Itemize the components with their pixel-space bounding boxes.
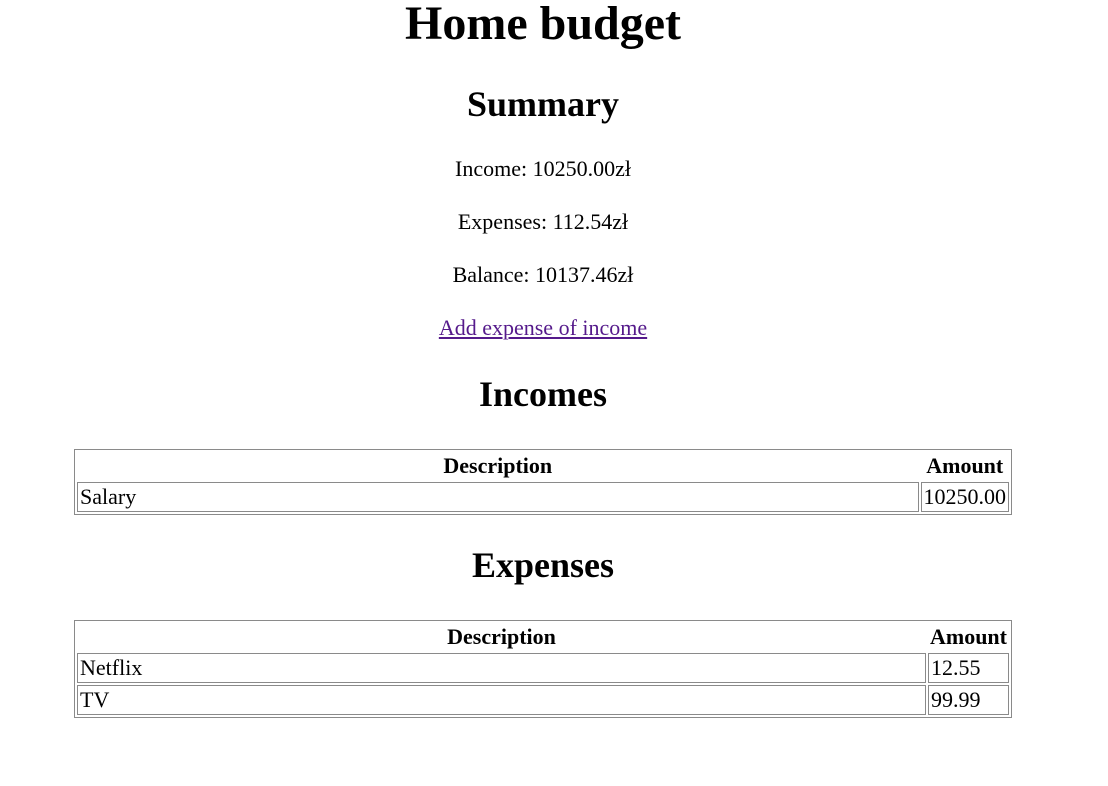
expenses-table: Description Amount Netflix 12.55 TV 99.9… xyxy=(74,620,1012,718)
column-header-description: Description xyxy=(443,453,553,478)
incomes-table: Description Amount Salary 10250.00 xyxy=(74,449,1012,515)
table-header-row: Description Amount xyxy=(77,623,1009,651)
page-title: Home budget xyxy=(405,0,681,50)
expense-description-cell: TV xyxy=(77,685,926,715)
column-header-description: Description xyxy=(447,624,556,649)
income-description-cell: Salary xyxy=(77,482,919,512)
column-header-amount: Amount xyxy=(929,624,1007,649)
summary-heading: Summary xyxy=(467,84,619,124)
add-expense-or-income-link[interactable]: Add expense of income xyxy=(439,315,647,340)
expense-description-cell: Netflix xyxy=(77,653,926,683)
table-row: Netflix 12.55 xyxy=(77,653,1009,683)
table-row: TV 99.99 xyxy=(77,685,1009,715)
expense-amount-cell: 12.55 xyxy=(927,653,1009,683)
table-row: Salary 10250.00 xyxy=(77,482,1009,512)
incomes-heading: Incomes xyxy=(479,374,607,414)
income-amount-cell: 10250.00 xyxy=(920,482,1009,512)
income-summary: Income: 10250.00zł xyxy=(455,156,631,181)
column-header-amount: Amount xyxy=(926,453,1004,478)
balance-summary: Balance: 10137.46zł xyxy=(452,262,634,287)
expense-amount-cell: 99.99 xyxy=(927,685,1009,715)
expenses-summary: Expenses: 112.54zł xyxy=(457,209,629,234)
expenses-heading: Expenses xyxy=(471,545,615,585)
page: Home budget Summary Income: 10250.00zł E… xyxy=(0,0,1086,718)
table-header-row: Description Amount xyxy=(77,452,1009,480)
